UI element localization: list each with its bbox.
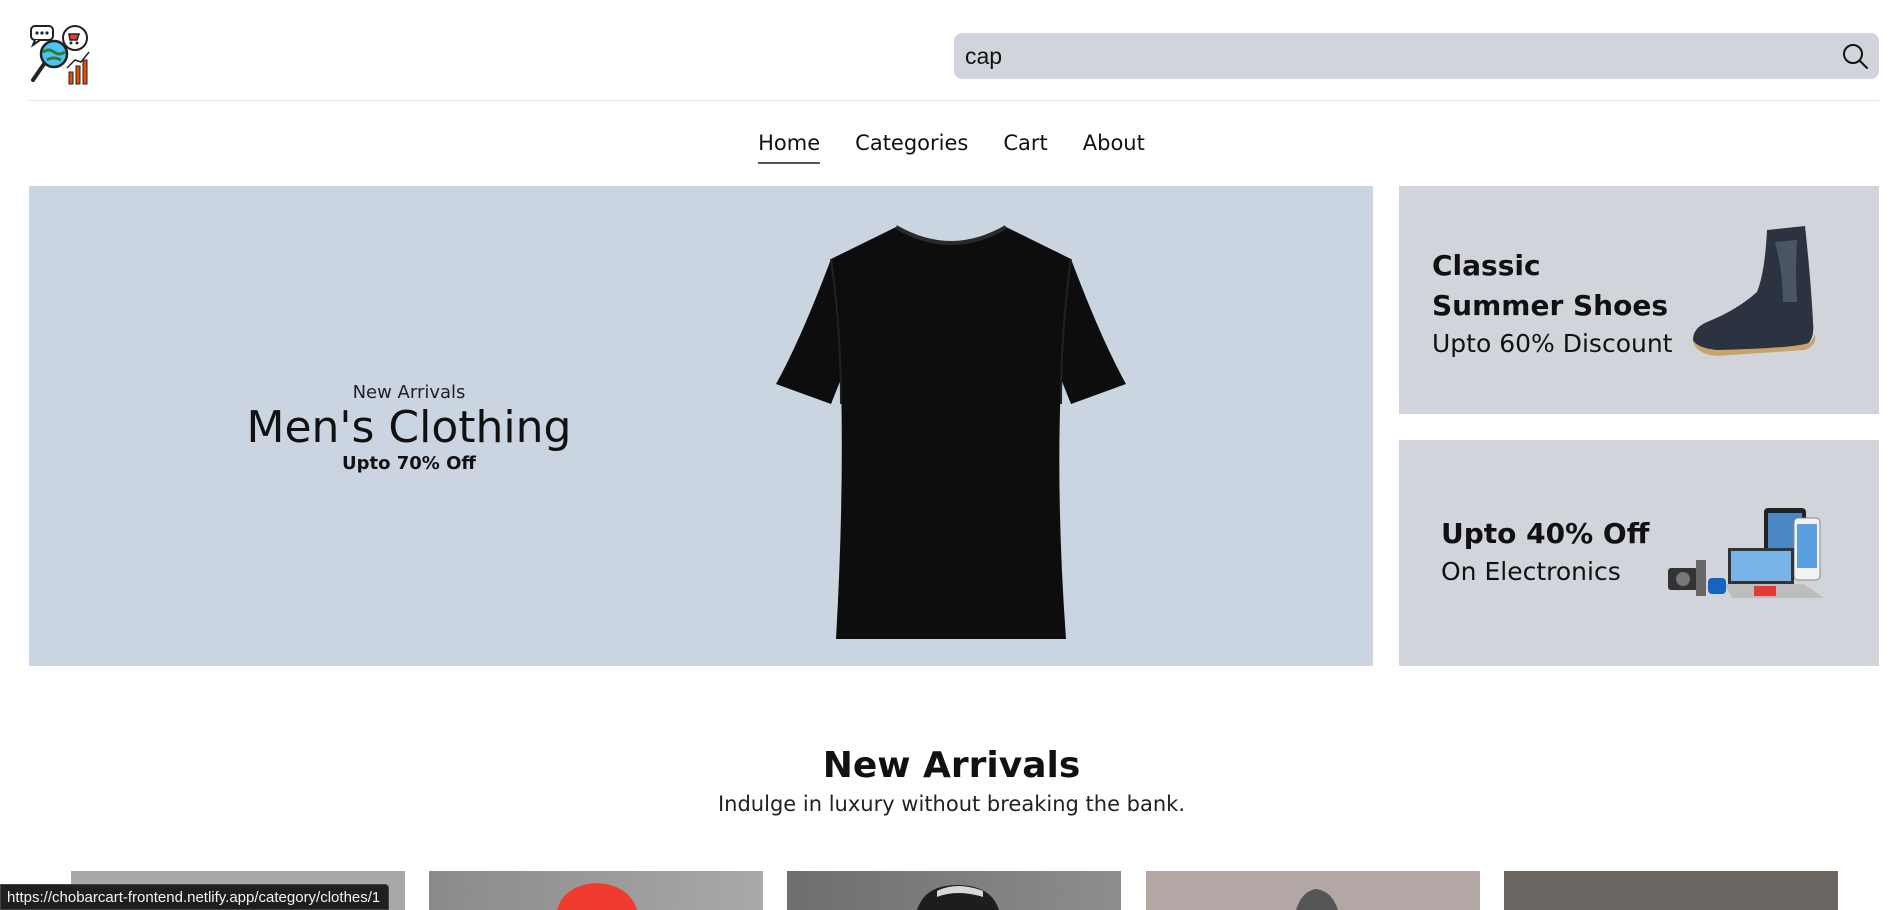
hero-text: New Arrivals Men's Clothing Upto 70% Off [221, 382, 597, 476]
promo-electronics-subtitle: On Electronics [1441, 557, 1621, 586]
promo-shoes[interactable]: Classic Summer Shoes Upto 60% Discount [1399, 186, 1879, 414]
logo-icon[interactable] [29, 24, 91, 86]
promo-shoes-title-line2: Summer Shoes [1432, 289, 1668, 322]
promo-electronics[interactable]: Upto 40% Off On Electronics [1399, 440, 1879, 666]
hero-subtitle: New Arrivals [352, 382, 466, 403]
browser-status-url: https://chobarcart-frontend.netlify.app/… [0, 884, 390, 910]
nav-home[interactable]: Home [758, 128, 821, 164]
boot-image [1693, 226, 1816, 356]
product-card[interactable] [1146, 871, 1480, 910]
product-card[interactable] [1504, 871, 1838, 910]
new-arrivals-subtitle: Indulge in luxury without breaking the b… [717, 792, 1186, 816]
search-bar [954, 33, 1879, 79]
site-header [29, 0, 1879, 101]
promo-shoes-title-line1: Classic [1432, 249, 1541, 282]
main-nav: Home Categories Cart About [0, 128, 1903, 168]
nav-categories[interactable]: Categories [840, 128, 968, 164]
product-card[interactable] [429, 871, 763, 910]
promo-shoes-subtitle: Upto 60% Discount [1432, 329, 1673, 358]
search-icon[interactable] [1841, 42, 1869, 70]
product-image [1146, 871, 1480, 910]
product-image [429, 871, 763, 910]
nav-cart[interactable]: Cart [988, 128, 1047, 164]
tshirt-image [776, 225, 1126, 639]
nav-about[interactable]: About [1068, 128, 1145, 164]
hero-offer: Upto 70% Off [342, 453, 476, 474]
product-image [1504, 871, 1838, 910]
electronics-image [1668, 508, 1824, 598]
product-image [787, 871, 1121, 910]
new-arrivals-title: New Arrivals [822, 745, 1081, 786]
promo-shoes-text: Classic Summer Shoes Upto 60% Discount [1432, 246, 1672, 362]
promo-electronics-text: Upto 40% Off On Electronics [1441, 514, 1649, 590]
hero-banner[interactable]: New Arrivals Men's Clothing Upto 70% Off [29, 186, 1373, 666]
product-card[interactable] [787, 871, 1121, 910]
promo-electronics-title: Upto 40% Off [1441, 517, 1650, 550]
search-input[interactable] [954, 33, 1814, 79]
hero-title: Men's Clothing [246, 402, 572, 453]
